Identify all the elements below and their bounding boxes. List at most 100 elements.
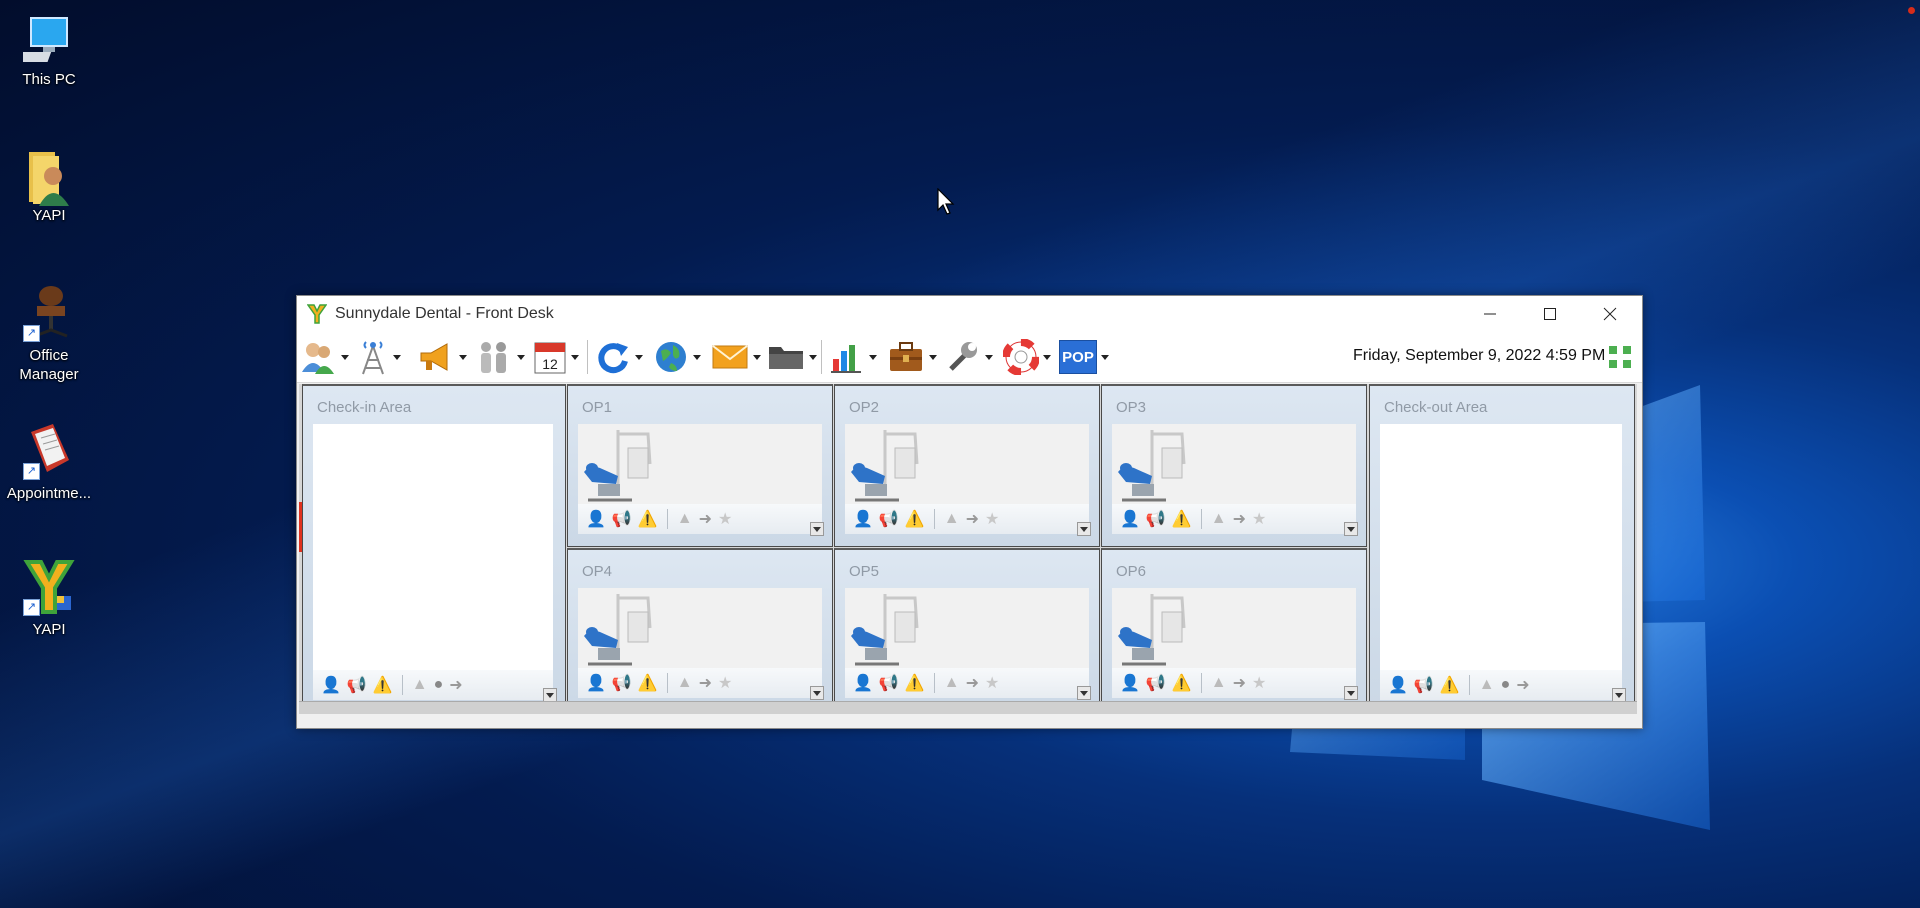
op-room-4[interactable]: OP4 👤 📢 ⚠️ ▲ ➜ ★ bbox=[567, 548, 833, 711]
op-room-1[interactable]: OP1 👤 📢 ⚠️ ▲ ➜ ★ bbox=[567, 384, 833, 547]
op-room-chair-area[interactable] bbox=[578, 424, 822, 504]
op-room-5[interactable]: OP5 👤 📢 ⚠️ ▲ ➜ ★ bbox=[834, 548, 1100, 711]
desktop-icon-yapi-folder[interactable]: YAPI bbox=[0, 150, 98, 225]
star-icon[interactable]: ★ bbox=[718, 673, 732, 693]
email-menu-button[interactable] bbox=[711, 338, 761, 376]
close-button[interactable] bbox=[1581, 296, 1639, 332]
megaphone-icon[interactable]: 📢 bbox=[879, 673, 899, 693]
person-arrow-icon[interactable]: ➜ bbox=[1233, 673, 1246, 693]
layout-expand-icon[interactable] bbox=[1607, 344, 1633, 370]
op-room-chair-area[interactable] bbox=[845, 424, 1089, 504]
patient-icon[interactable]: 👤 bbox=[1388, 675, 1408, 695]
patient-icon[interactable]: 👤 bbox=[586, 673, 606, 693]
network-menu-button[interactable] bbox=[357, 338, 401, 376]
warning-icon[interactable]: ⚠️ bbox=[1172, 673, 1192, 693]
person-arrow-icon[interactable]: ➜ bbox=[699, 509, 712, 529]
alert-disabled-icon[interactable]: ▲ bbox=[1211, 674, 1227, 692]
warning-icon[interactable]: ⚠️ bbox=[638, 509, 658, 529]
megaphone-icon[interactable]: 📢 bbox=[612, 509, 632, 529]
megaphone-icon[interactable]: 📢 bbox=[1146, 509, 1166, 529]
warning-icon[interactable]: ⚠️ bbox=[373, 675, 393, 695]
star-icon[interactable]: ★ bbox=[718, 509, 732, 529]
patient-icon[interactable]: 👤 bbox=[853, 673, 873, 693]
help-menu-button[interactable] bbox=[1003, 338, 1051, 376]
warning-icon[interactable]: ⚠️ bbox=[905, 673, 925, 693]
warning-icon[interactable]: ⚠️ bbox=[1440, 675, 1460, 695]
maximize-button[interactable] bbox=[1521, 296, 1579, 332]
patient-icon[interactable]: 👤 bbox=[1120, 673, 1140, 693]
alert-disabled-icon[interactable]: ▲ bbox=[944, 674, 960, 692]
desktop-icon-this-pc[interactable]: This PC bbox=[0, 14, 98, 89]
star-icon[interactable]: ★ bbox=[985, 509, 999, 529]
op-room-chair-area[interactable] bbox=[845, 588, 1089, 668]
person-arrow-icon[interactable]: ➜ bbox=[966, 509, 979, 529]
app-logo-icon bbox=[307, 304, 327, 324]
calendar-menu-button[interactable]: 12 bbox=[533, 338, 579, 376]
checkout-area[interactable]: Check-out Area 👤 📢 ⚠️ ▲ ● ➜ bbox=[1369, 384, 1635, 711]
op-room-dropdown-button[interactable] bbox=[810, 522, 824, 536]
megaphone-icon[interactable]: 📢 bbox=[879, 509, 899, 529]
warning-icon[interactable]: ⚠️ bbox=[638, 673, 658, 693]
op-room-label: OP6 bbox=[1116, 563, 1147, 580]
refresh-menu-button[interactable] bbox=[595, 338, 643, 376]
announcements-menu-button[interactable] bbox=[417, 338, 467, 376]
desktop-icon-office-manager[interactable]: ↗ Office Manager bbox=[0, 284, 98, 384]
checkin-area[interactable]: Check-in Area 👤 📢 ⚠️ ▲ ● ➜ bbox=[302, 384, 566, 711]
megaphone-icon[interactable]: 📢 bbox=[612, 673, 632, 693]
alert-disabled-icon[interactable]: ▲ bbox=[1479, 676, 1495, 694]
op-room-dropdown-button[interactable] bbox=[1344, 686, 1358, 700]
refresh-icon bbox=[598, 343, 628, 374]
patient-icon[interactable]: 👤 bbox=[853, 509, 873, 529]
op-room-6[interactable]: OP6 👤 📢 ⚠️ ▲ ➜ ★ bbox=[1101, 548, 1367, 711]
alert-disabled-icon[interactable]: ▲ bbox=[677, 674, 693, 692]
op-room-dropdown-button[interactable] bbox=[1344, 522, 1358, 536]
star-icon[interactable]: ★ bbox=[1252, 673, 1266, 693]
checkout-dropdown-button[interactable] bbox=[1612, 688, 1626, 702]
alert-disabled-icon[interactable]: ▲ bbox=[1211, 510, 1227, 528]
person-arrow-icon[interactable]: ➜ bbox=[1516, 675, 1529, 695]
person-arrow-icon[interactable]: ➜ bbox=[449, 675, 462, 695]
warning-icon[interactable]: ⚠️ bbox=[905, 509, 925, 529]
op-room-chair-area[interactable] bbox=[1112, 588, 1356, 668]
minimize-icon bbox=[1484, 313, 1496, 315]
business-menu-button[interactable] bbox=[887, 338, 937, 376]
alert-disabled-icon[interactable]: ▲ bbox=[677, 510, 693, 528]
megaphone-icon[interactable]: 📢 bbox=[1146, 673, 1166, 693]
op-room-label: OP3 bbox=[1116, 399, 1147, 416]
op-room-dropdown-button[interactable] bbox=[1077, 686, 1091, 700]
checkout-list[interactable] bbox=[1380, 424, 1622, 670]
patient-icon[interactable]: 👤 bbox=[1120, 509, 1140, 529]
star-icon[interactable]: ★ bbox=[1252, 509, 1266, 529]
reports-menu-button[interactable] bbox=[829, 338, 877, 376]
op-room-chair-area[interactable] bbox=[1112, 424, 1356, 504]
person-gray-icon[interactable]: ● bbox=[434, 676, 444, 694]
warning-icon[interactable]: ⚠️ bbox=[1172, 509, 1192, 529]
megaphone-icon[interactable]: 📢 bbox=[347, 675, 367, 695]
op-room-chair-area[interactable] bbox=[578, 588, 822, 668]
alert-disabled-icon[interactable]: ▲ bbox=[944, 510, 960, 528]
documents-menu-button[interactable] bbox=[767, 338, 817, 376]
patient-icon[interactable]: 👤 bbox=[321, 675, 341, 695]
staff-menu-button[interactable] bbox=[475, 338, 525, 376]
internet-menu-button[interactable] bbox=[653, 338, 701, 376]
person-arrow-icon[interactable]: ➜ bbox=[699, 673, 712, 693]
desktop-icon-yapi-app[interactable]: ↗ YAPI bbox=[0, 558, 98, 639]
op-room-dropdown-button[interactable] bbox=[810, 686, 824, 700]
checkin-dropdown-button[interactable] bbox=[543, 688, 557, 702]
person-arrow-icon[interactable]: ➜ bbox=[1233, 509, 1246, 529]
megaphone-icon[interactable]: 📢 bbox=[1414, 675, 1434, 695]
minimize-button[interactable] bbox=[1461, 296, 1519, 332]
desktop-icon-appointments[interactable]: ↗ Appointme... bbox=[0, 422, 98, 503]
person-gray-icon[interactable]: ● bbox=[1501, 676, 1511, 694]
pop-menu-button[interactable]: POP bbox=[1059, 338, 1109, 376]
star-icon[interactable]: ★ bbox=[985, 673, 999, 693]
op-room-3[interactable]: OP3 👤 📢 ⚠️ ▲ ➜ ★ bbox=[1101, 384, 1367, 547]
patient-icon[interactable]: 👤 bbox=[586, 509, 606, 529]
person-arrow-icon[interactable]: ➜ bbox=[966, 673, 979, 693]
patients-menu-button[interactable] bbox=[299, 338, 349, 376]
op-room-dropdown-button[interactable] bbox=[1077, 522, 1091, 536]
op-room-2[interactable]: OP2 👤 📢 ⚠️ ▲ ➜ ★ bbox=[834, 384, 1100, 547]
tools-menu-button[interactable] bbox=[945, 338, 993, 376]
checkin-list[interactable] bbox=[313, 424, 553, 670]
alert-disabled-icon[interactable]: ▲ bbox=[412, 676, 428, 694]
